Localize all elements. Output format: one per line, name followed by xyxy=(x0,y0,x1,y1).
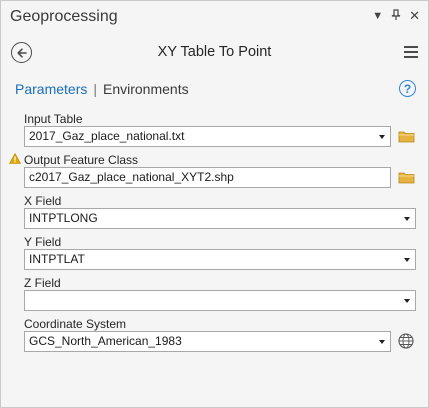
close-icon[interactable]: ✕ xyxy=(409,8,420,24)
folder-browse-icon[interactable] xyxy=(398,130,415,143)
tool-header: XY Table To Point xyxy=(1,33,428,73)
z-field-label: Z Field xyxy=(24,276,61,290)
geoprocessing-pane: Geoprocessing ▼ ✕ XY Table To Point Para… xyxy=(0,0,429,408)
chevron-down-icon xyxy=(404,299,410,303)
globe-icon[interactable] xyxy=(398,333,414,349)
x-field-value: INTPTLONG xyxy=(29,211,98,225)
warning-icon xyxy=(9,153,21,164)
tab-environments[interactable]: Environments xyxy=(103,81,189,97)
dropdown-icon[interactable]: ▼ xyxy=(372,10,383,22)
tab-parameters[interactable]: Parameters xyxy=(15,81,87,97)
input-table-dropdown[interactable]: 2017_Gaz_place_national.txt xyxy=(24,126,391,147)
chevron-down-icon xyxy=(379,340,385,344)
x-field-dropdown[interactable]: INTPTLONG xyxy=(24,208,416,229)
chevron-down-icon xyxy=(379,135,385,139)
x-field-label: X Field xyxy=(24,194,62,208)
tool-tabs: Parameters | Environments xyxy=(15,81,189,97)
pin-icon[interactable] xyxy=(391,8,401,24)
hamburger-menu-icon[interactable] xyxy=(404,46,418,59)
output-feature-class-input[interactable]: c2017_Gaz_place_national_XYT2.shp xyxy=(24,167,391,188)
pane-titlebar: Geoprocessing ▼ ✕ xyxy=(1,1,428,33)
y-field-dropdown[interactable]: INTPTLAT xyxy=(24,249,416,270)
chevron-down-icon xyxy=(404,217,410,221)
z-field-dropdown[interactable] xyxy=(24,290,416,311)
input-table-value: 2017_Gaz_place_national.txt xyxy=(29,129,185,143)
y-field-label: Y Field xyxy=(24,235,62,249)
output-feature-class-label: Output Feature Class xyxy=(24,153,139,167)
output-feature-class-value: c2017_Gaz_place_national_XYT2.shp xyxy=(29,170,234,184)
coordinate-system-value: GCS_North_American_1983 xyxy=(29,334,182,348)
tool-title: XY Table To Point xyxy=(157,44,272,60)
pane-title-controls: ▼ ✕ xyxy=(372,8,420,24)
coordinate-system-label: Coordinate System xyxy=(24,317,127,331)
pane-title: Geoprocessing xyxy=(10,8,118,25)
tab-separator: | xyxy=(93,81,97,97)
chevron-down-icon xyxy=(404,258,410,262)
input-table-label: Input Table xyxy=(24,112,83,126)
help-icon[interactable]: ? xyxy=(399,80,416,97)
coordinate-system-dropdown[interactable]: GCS_North_American_1983 xyxy=(24,331,391,352)
y-field-value: INTPTLAT xyxy=(29,252,85,266)
folder-browse-icon[interactable] xyxy=(398,171,415,184)
